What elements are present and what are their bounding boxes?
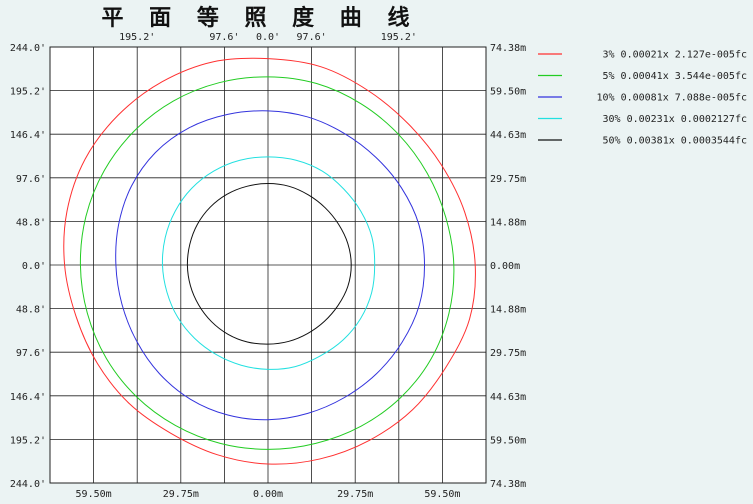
y-right-tick-label: 29.75m: [490, 348, 526, 359]
x-top-tick-label: 97.6': [209, 32, 239, 43]
y-left-tick-label: 146.4': [10, 392, 46, 403]
y-right-tick-label: 14.88m: [490, 217, 526, 228]
y-right-tick-label: 0.00m: [490, 261, 520, 272]
y-right-tick-label: 74.38m: [490, 43, 526, 54]
y-left-tick-label: 244.0': [10, 479, 46, 490]
legend-label: 30% 0.00231x 0.0002127fc: [603, 114, 748, 125]
y-left-tick-label: 97.6': [16, 348, 46, 359]
y-right-tick-label: 59.50m: [490, 435, 526, 446]
legend-label: 3% 0.00021x 2.127e-005fc: [603, 50, 748, 61]
y-right-tick-label: 29.75m: [490, 174, 526, 185]
y-left-tick-label: 195.2': [10, 435, 46, 446]
y-right-tick-label: 14.88m: [490, 305, 526, 316]
x-top-tick-label: 97.6': [297, 32, 327, 43]
y-right-tick-label: 74.38m: [490, 479, 526, 490]
x-top-tick-label: 195.2': [119, 32, 155, 43]
y-left-tick-label: 146.4': [10, 130, 46, 141]
x-bottom-tick-label: 59.50m: [424, 489, 460, 500]
x-top-tick-label: 0.0': [256, 32, 280, 43]
legend-label: 10% 0.00081x 7.088e-005fc: [596, 93, 747, 104]
y-right-tick-label: 59.50m: [490, 87, 526, 98]
x-bottom-tick-label: 29.75m: [163, 489, 199, 500]
x-top-tick-label: 195.2': [381, 32, 417, 43]
x-bottom-tick-label: 0.00m: [253, 489, 283, 500]
y-left-tick-label: 97.6': [16, 174, 46, 185]
legend-label: 50% 0.00381x 0.0003544fc: [603, 136, 748, 147]
y-left-tick-label: 48.8': [16, 305, 46, 316]
y-left-tick-label: 244.0': [10, 43, 46, 54]
y-right-tick-label: 44.63m: [490, 392, 526, 403]
x-bottom-tick-label: 59.50m: [76, 489, 112, 500]
y-left-tick-label: 0.0': [22, 261, 46, 272]
y-right-tick-label: 44.63m: [490, 130, 526, 141]
isolux-chart: 195.2' 97.6' 0.0' 97.6' 195.2' 59.50m 29.75m 0.…: [10, 32, 747, 500]
y-left-tick-label: 48.8': [16, 217, 46, 228]
legend-label: 5% 0.00041x 3.544e-005fc: [603, 71, 748, 82]
x-bottom-tick-label: 29.75m: [337, 489, 373, 500]
legend: 3% 0.00021x 2.127e-005fc 5% 0.00041x 3.54…: [538, 50, 747, 147]
y-left-tick-label: 195.2': [10, 87, 46, 98]
